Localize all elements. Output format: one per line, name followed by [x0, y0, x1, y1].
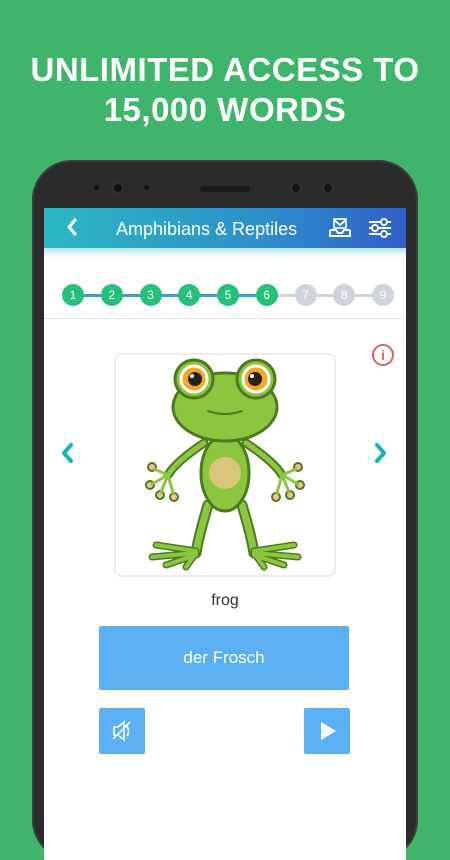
word-label: frog	[211, 592, 239, 609]
progress-step[interactable]: 5	[217, 284, 239, 306]
progress-step[interactable]: 3	[139, 284, 162, 306]
front-camera-2	[290, 182, 302, 194]
previous-button[interactable]	[58, 438, 76, 475]
app-bar: Amphibians & Reptiles	[44, 208, 406, 248]
progress-step[interactable]: 6	[255, 284, 278, 306]
headline-line-1: UNLIMITED ACCESS TO	[30, 51, 420, 88]
progress-step[interactable]: 9	[372, 284, 394, 306]
progress-step[interactable]: 7	[294, 284, 317, 306]
sliders-icon	[369, 218, 391, 238]
progress-step[interactable]: 2	[100, 284, 123, 306]
phone-speaker	[200, 186, 250, 192]
back-button[interactable]	[64, 214, 80, 244]
chevron-left-icon	[67, 218, 77, 236]
next-button[interactable]	[372, 438, 390, 475]
app-bar-shadow	[44, 248, 406, 258]
sound-toggle-button[interactable]	[99, 708, 145, 754]
progress-steps: 123456789	[62, 284, 394, 306]
progress-step[interactable]: 4	[178, 284, 201, 306]
info-button[interactable]: i	[372, 344, 394, 366]
chevron-left-icon	[62, 443, 73, 463]
settings-button[interactable]	[366, 214, 394, 242]
headline: UNLIMITED ACCESS TO 15,000 WORDS	[0, 50, 450, 130]
headline-line-2: 15,000 WORDS	[103, 91, 347, 128]
phone-frame: Amphibians & Reptiles 1 2 3 4 5 6 7 8 9 …	[32, 160, 418, 860]
app-bar-title: Amphibians & Reptiles	[116, 219, 298, 239]
front-camera-3	[322, 182, 334, 194]
progress-line-todo	[265, 294, 382, 297]
play-button[interactable]	[304, 708, 350, 754]
app-screen: Amphibians & Reptiles 1 2 3 4 5 6 7 8 9 …	[44, 208, 406, 860]
chevron-right-icon	[375, 443, 386, 463]
front-camera	[112, 182, 124, 194]
divider	[44, 318, 406, 319]
inbox-button[interactable]	[326, 214, 354, 242]
play-icon	[321, 722, 336, 740]
word-card	[114, 353, 336, 577]
inbox-tray-icon	[329, 218, 351, 237]
speaker-muted-icon	[112, 720, 131, 742]
progress-step[interactable]: 1	[62, 284, 84, 306]
translation-button[interactable]: der Frosch	[99, 626, 349, 690]
info-icon: i	[381, 347, 385, 363]
frog-illustration	[145, 358, 305, 571]
sensor-dot	[144, 185, 149, 190]
progress-step[interactable]: 8	[333, 284, 356, 306]
sensor-dot	[94, 185, 99, 190]
